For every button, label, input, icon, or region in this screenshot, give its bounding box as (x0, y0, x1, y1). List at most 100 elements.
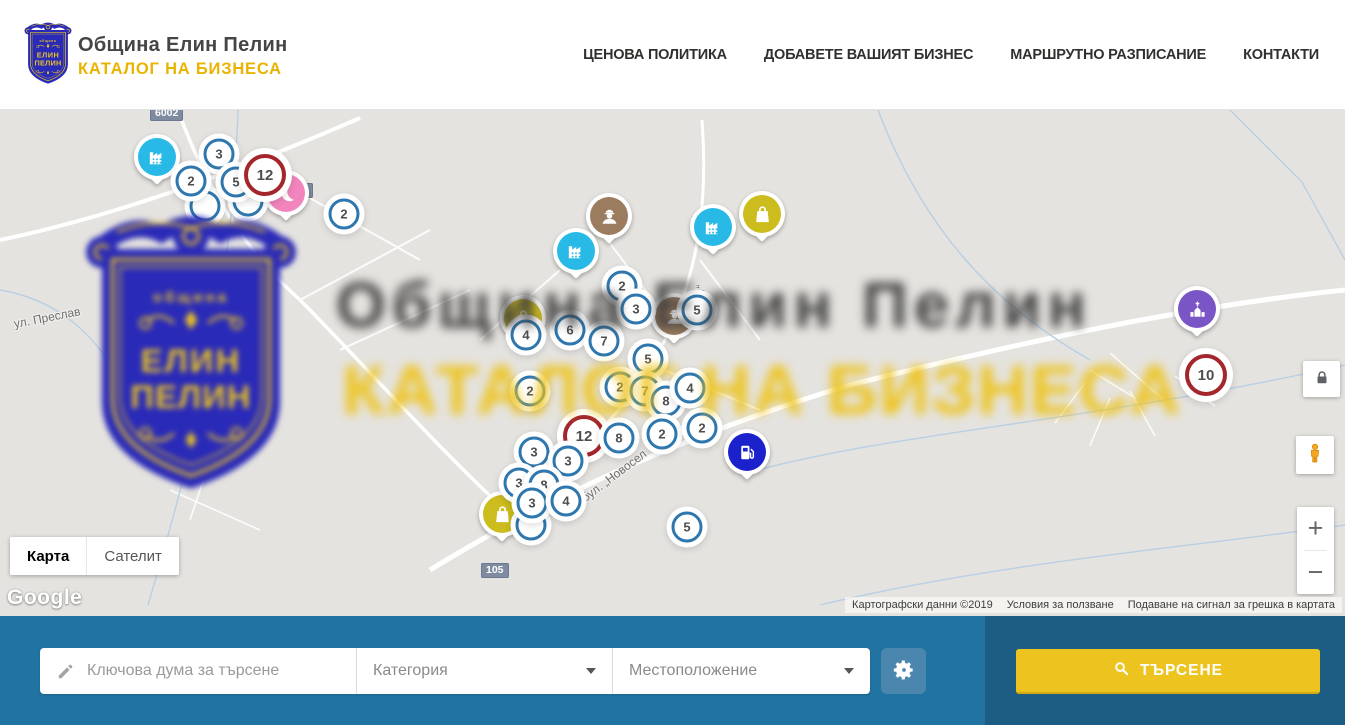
keyword-field-section (40, 648, 356, 694)
google-logo[interactable]: Google (7, 586, 82, 610)
cluster-count: 8 (662, 394, 669, 409)
factory-pin-marker[interactable] (134, 134, 180, 194)
search-button-label: ТЪРСЕНЕ (1140, 662, 1223, 680)
page: Община Елин Пелин КАТАЛОГ НА БИЗНЕСА ЦЕН… (0, 0, 1345, 725)
pin-disc (553, 228, 599, 274)
cluster-count: 4 (686, 381, 693, 396)
street-view-pegman-button[interactable] (1296, 436, 1334, 474)
cluster-marker[interactable]: 7 (589, 326, 620, 357)
factory-pin-marker[interactable] (553, 228, 599, 288)
church-pin-marker[interactable] (1174, 286, 1220, 346)
gear-icon (893, 659, 915, 684)
cluster-marker[interactable]: 4 (551, 486, 582, 517)
factory-icon (694, 208, 732, 246)
keyword-search-input[interactable] (87, 662, 340, 680)
fuel-pin-marker[interactable] (724, 429, 770, 489)
cluster-marker[interactable]: 3 (553, 446, 584, 477)
attribution-link[interactable]: Условия за ползване (1000, 597, 1121, 613)
pin-disc (724, 429, 770, 475)
cluster-count: 3 (564, 454, 571, 469)
cluster-count: 3 (528, 496, 535, 511)
cluster-marker[interactable]: 3 (519, 437, 550, 468)
map-type-satellite-button[interactable]: Сателит (87, 537, 179, 575)
cluster-marker[interactable]: 12 (244, 154, 286, 196)
cluster-count: 12 (257, 167, 274, 184)
cluster-count: 2 (187, 174, 194, 189)
cluster-count: 2 (340, 207, 347, 222)
cluster-marker[interactable]: 5 (672, 512, 703, 543)
map-type-control: Карта Сателит (10, 537, 179, 575)
factory-icon (138, 138, 176, 176)
cluster-marker[interactable]: 3 (517, 488, 548, 519)
cluster-count: 3 (515, 476, 522, 491)
cluster-count: 2 (618, 279, 625, 294)
search-bar: Категория Местоположение ТЪРСЕНЕ (0, 616, 1345, 725)
cluster-marker[interactable]: 2 (515, 376, 546, 407)
factory-pin-marker[interactable] (690, 204, 736, 264)
bag-pin-marker[interactable] (739, 191, 785, 251)
zoom-control: + − (1297, 507, 1334, 594)
cluster-marker[interactable]: 4 (511, 320, 542, 351)
main-nav: ЦЕНОВА ПОЛИТИКА ДОБАВЕТЕ ВАШИЯТ БИЗНЕС МАР… (583, 0, 1319, 110)
cluster-count: 10 (1198, 367, 1215, 384)
cluster-marker[interactable]: 2 (687, 413, 718, 444)
cluster-count: 2 (698, 421, 705, 436)
cluster-count: 5 (683, 520, 690, 535)
cluster-count: 5 (644, 352, 651, 367)
nav-link[interactable]: КОНТАКТИ (1243, 47, 1319, 63)
fullscreen-lock-button[interactable] (1303, 361, 1340, 397)
municipality-crest-logo[interactable] (24, 22, 72, 86)
zoom-in-button[interactable]: + (1297, 507, 1334, 550)
category-select[interactable]: Категория (356, 648, 612, 694)
cluster-count: 8 (615, 431, 622, 446)
nav-link[interactable]: ДОБАВЕТЕ ВАШИЯТ БИЗНЕС (764, 47, 973, 63)
chevron-down-icon (844, 668, 854, 674)
site-title: Община Елин Пелин (78, 34, 288, 57)
cluster-count: 4 (522, 328, 529, 343)
cluster-marker[interactable]: 5 (633, 344, 664, 375)
factory-icon (557, 232, 595, 270)
pin-disc (1174, 286, 1220, 332)
cluster-marker[interactable]: 5 (682, 295, 713, 326)
header: Община Елин Пелин КАТАЛОГ НА БИЗНЕСА ЦЕН… (0, 0, 1345, 110)
cluster-count: 6 (566, 323, 573, 338)
chevron-down-icon (586, 668, 596, 674)
cluster-marker[interactable]: 2 (329, 199, 360, 230)
map-canvas[interactable]: 32512223546752278412822333834510 Община … (0, 110, 1345, 616)
cluster-count: 5 (232, 175, 239, 190)
cluster-count: 4 (562, 494, 569, 509)
cluster-count: 5 (693, 303, 700, 318)
cluster-marker[interactable]: 3 (621, 294, 652, 325)
cluster-marker[interactable]: 2 (176, 166, 207, 197)
cluster-count: 7 (600, 334, 607, 349)
pin-disc (690, 204, 736, 250)
cluster-count: 2 (526, 384, 533, 399)
cluster-count: 2 (658, 427, 665, 442)
cluster-marker[interactable]: 3 (204, 139, 235, 170)
bag-icon (743, 195, 781, 233)
pin-disc (739, 191, 785, 237)
cluster-count: 12 (576, 428, 593, 445)
cluster-marker[interactable]: 8 (604, 423, 635, 454)
nav-link[interactable]: МАРШРУТНО РАЗПИСАНИЕ (1010, 47, 1206, 63)
map-attribution: Картографски данни ©2019Условия за ползв… (845, 597, 1342, 613)
attribution-text: Картографски данни ©2019 (845, 597, 1000, 613)
zoom-out-button[interactable]: − (1297, 551, 1334, 594)
cluster-count: 3 (530, 445, 537, 460)
cluster-marker[interactable]: 2 (647, 419, 678, 450)
church-icon (1178, 290, 1216, 328)
cluster-marker[interactable]: 4 (675, 373, 706, 404)
fuel-icon (728, 433, 766, 471)
cluster-marker[interactable]: 10 (1185, 354, 1227, 396)
map-type-map-button[interactable]: Карта (10, 537, 87, 575)
category-select-label: Категория (373, 662, 578, 680)
search-submit-button[interactable]: ТЪРСЕНЕ (1016, 649, 1320, 694)
nav-link[interactable]: ЦЕНОВА ПОЛИТИКА (583, 47, 727, 63)
location-select[interactable]: Местоположение (612, 648, 870, 694)
cluster-marker[interactable]: 6 (555, 315, 586, 346)
search-icon (1113, 660, 1130, 682)
attribution-link[interactable]: Подаване на сигнал за грешка в картата (1121, 597, 1342, 613)
cluster-count: 3 (215, 147, 222, 162)
pencil-icon (56, 662, 75, 681)
advanced-search-settings-button[interactable] (881, 648, 926, 694)
